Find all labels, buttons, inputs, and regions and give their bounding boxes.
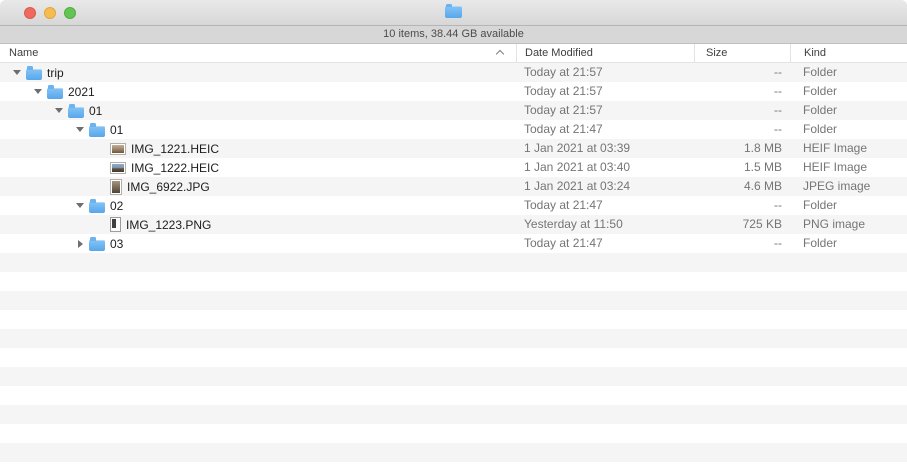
file-name: 01 <box>89 104 102 118</box>
file-name: IMG_1223.PNG <box>126 218 211 232</box>
table-row[interactable]: 01 Today at 21:47--Folder <box>0 120 907 139</box>
date-modified-cell: Today at 21:57 <box>516 101 694 120</box>
file-name: 01 <box>110 123 123 137</box>
size-cell: 1.8 MB <box>694 139 790 158</box>
file-name: 02 <box>110 199 123 213</box>
triangle-down-icon <box>76 127 84 132</box>
size-cell: -- <box>694 82 790 101</box>
date-modified-cell: Today at 21:57 <box>516 63 694 82</box>
name-cell: 2021 <box>0 82 516 101</box>
folder-icon <box>89 240 105 251</box>
photo-thumbnail-portrait <box>110 179 122 195</box>
name-cell: IMG_1222.HEIC <box>0 158 516 177</box>
table-row[interactable]: IMG_1222.HEIC 1 Jan 2021 at 03:401.5 MBHE… <box>0 158 907 177</box>
date-modified-cell: 1 Jan 2021 at 03:40 <box>516 158 694 177</box>
date-modified-cell: Today at 21:57 <box>516 82 694 101</box>
folder-icon <box>89 202 105 213</box>
table-row[interactable]: 02 Today at 21:47--Folder <box>0 196 907 215</box>
name-cell: 02 <box>0 196 516 215</box>
title-bar[interactable] <box>0 0 907 26</box>
photo-thumbnail-tan <box>110 143 126 155</box>
kind-cell: Folder <box>790 101 907 120</box>
kind-cell: JPEG image <box>790 177 907 196</box>
column-header-date-modified[interactable]: Date Modified <box>516 44 694 62</box>
kind-cell: Folder <box>790 120 907 139</box>
triangle-down-icon <box>34 89 42 94</box>
column-header-kind[interactable]: Kind <box>790 44 907 62</box>
date-modified-cell: Yesterday at 11:50 <box>516 215 694 234</box>
disclosure-triangle[interactable] <box>71 240 89 248</box>
kind-cell: Folder <box>790 234 907 253</box>
date-modified-cell: Today at 21:47 <box>516 234 694 253</box>
date-modified-cell: Today at 21:47 <box>516 120 694 139</box>
sort-ascending-icon <box>496 50 504 58</box>
triangle-down-icon <box>55 108 63 113</box>
disclosure-triangle[interactable] <box>50 108 68 113</box>
folder-proxy-icon[interactable] <box>445 6 462 18</box>
kind-cell: HEIF Image <box>790 139 907 158</box>
status-bar: 10 items, 38.44 GB available <box>0 26 907 44</box>
disclosure-triangle[interactable] <box>8 70 26 75</box>
folder-icon <box>68 107 84 118</box>
kind-cell: Folder <box>790 63 907 82</box>
name-cell: 01 <box>0 120 516 139</box>
table-row[interactable]: 2021 Today at 21:57--Folder <box>0 82 907 101</box>
table-row[interactable]: IMG_1223.PNG Yesterday at 11:50725 KBPNG … <box>0 215 907 234</box>
size-cell: 4.6 MB <box>694 177 790 196</box>
column-header-name[interactable]: Name <box>0 44 516 62</box>
finder-window: 10 items, 38.44 GB available Name Date M… <box>0 0 907 470</box>
file-name: trip <box>47 66 64 80</box>
kind-cell: Folder <box>790 82 907 101</box>
disclosure-triangle[interactable] <box>71 127 89 132</box>
file-list[interactable]: tripToday at 21:57--Folder2021Today at 2… <box>0 63 907 470</box>
photo-thumbnail-blue <box>110 162 126 174</box>
table-row[interactable]: 01 Today at 21:57--Folder <box>0 101 907 120</box>
triangle-right-icon <box>78 240 83 248</box>
folder-icon <box>26 69 42 80</box>
disclosure-triangle[interactable] <box>71 203 89 208</box>
name-cell: IMG_1221.HEIC <box>0 139 516 158</box>
name-cell: 03 <box>0 234 516 253</box>
table-row[interactable]: IMG_1221.HEIC 1 Jan 2021 at 03:391.8 MBHE… <box>0 139 907 158</box>
file-name: IMG_6922.JPG <box>127 180 210 194</box>
date-modified-cell: Today at 21:47 <box>516 196 694 215</box>
window-proxy[interactable] <box>0 6 907 18</box>
png-thumbnail-page <box>110 217 121 232</box>
triangle-down-icon <box>13 70 21 75</box>
date-modified-cell: 1 Jan 2021 at 03:39 <box>516 139 694 158</box>
size-cell: -- <box>694 101 790 120</box>
kind-cell: HEIF Image <box>790 158 907 177</box>
size-cell: -- <box>694 63 790 82</box>
file-name: 2021 <box>68 85 95 99</box>
name-cell: IMG_1223.PNG <box>0 215 516 234</box>
table-row[interactable]: trip Today at 21:57--Folder <box>0 63 907 82</box>
size-cell: 1.5 MB <box>694 158 790 177</box>
file-name: IMG_1221.HEIC <box>131 142 219 156</box>
file-name: 03 <box>110 237 123 251</box>
triangle-down-icon <box>76 203 84 208</box>
kind-cell: PNG image <box>790 215 907 234</box>
disclosure-triangle[interactable] <box>29 89 47 94</box>
size-cell: -- <box>694 196 790 215</box>
status-text: 10 items, 38.44 GB available <box>383 28 524 40</box>
column-header-row: Name Date Modified Size Kind <box>0 44 907 63</box>
name-cell: IMG_6922.JPG <box>0 177 516 196</box>
size-cell: 725 KB <box>694 215 790 234</box>
table-row[interactable]: 03 Today at 21:47--Folder <box>0 234 907 253</box>
size-cell: -- <box>694 120 790 139</box>
name-cell: 01 <box>0 101 516 120</box>
date-modified-cell: 1 Jan 2021 at 03:24 <box>516 177 694 196</box>
table-row[interactable]: IMG_6922.JPG 1 Jan 2021 at 03:244.6 MBJPE… <box>0 177 907 196</box>
column-header-size[interactable]: Size <box>694 44 790 62</box>
name-cell: trip <box>0 63 516 82</box>
folder-icon <box>47 88 63 99</box>
kind-cell: Folder <box>790 196 907 215</box>
file-name: IMG_1222.HEIC <box>131 161 219 175</box>
size-cell: -- <box>694 234 790 253</box>
folder-icon <box>89 126 105 137</box>
